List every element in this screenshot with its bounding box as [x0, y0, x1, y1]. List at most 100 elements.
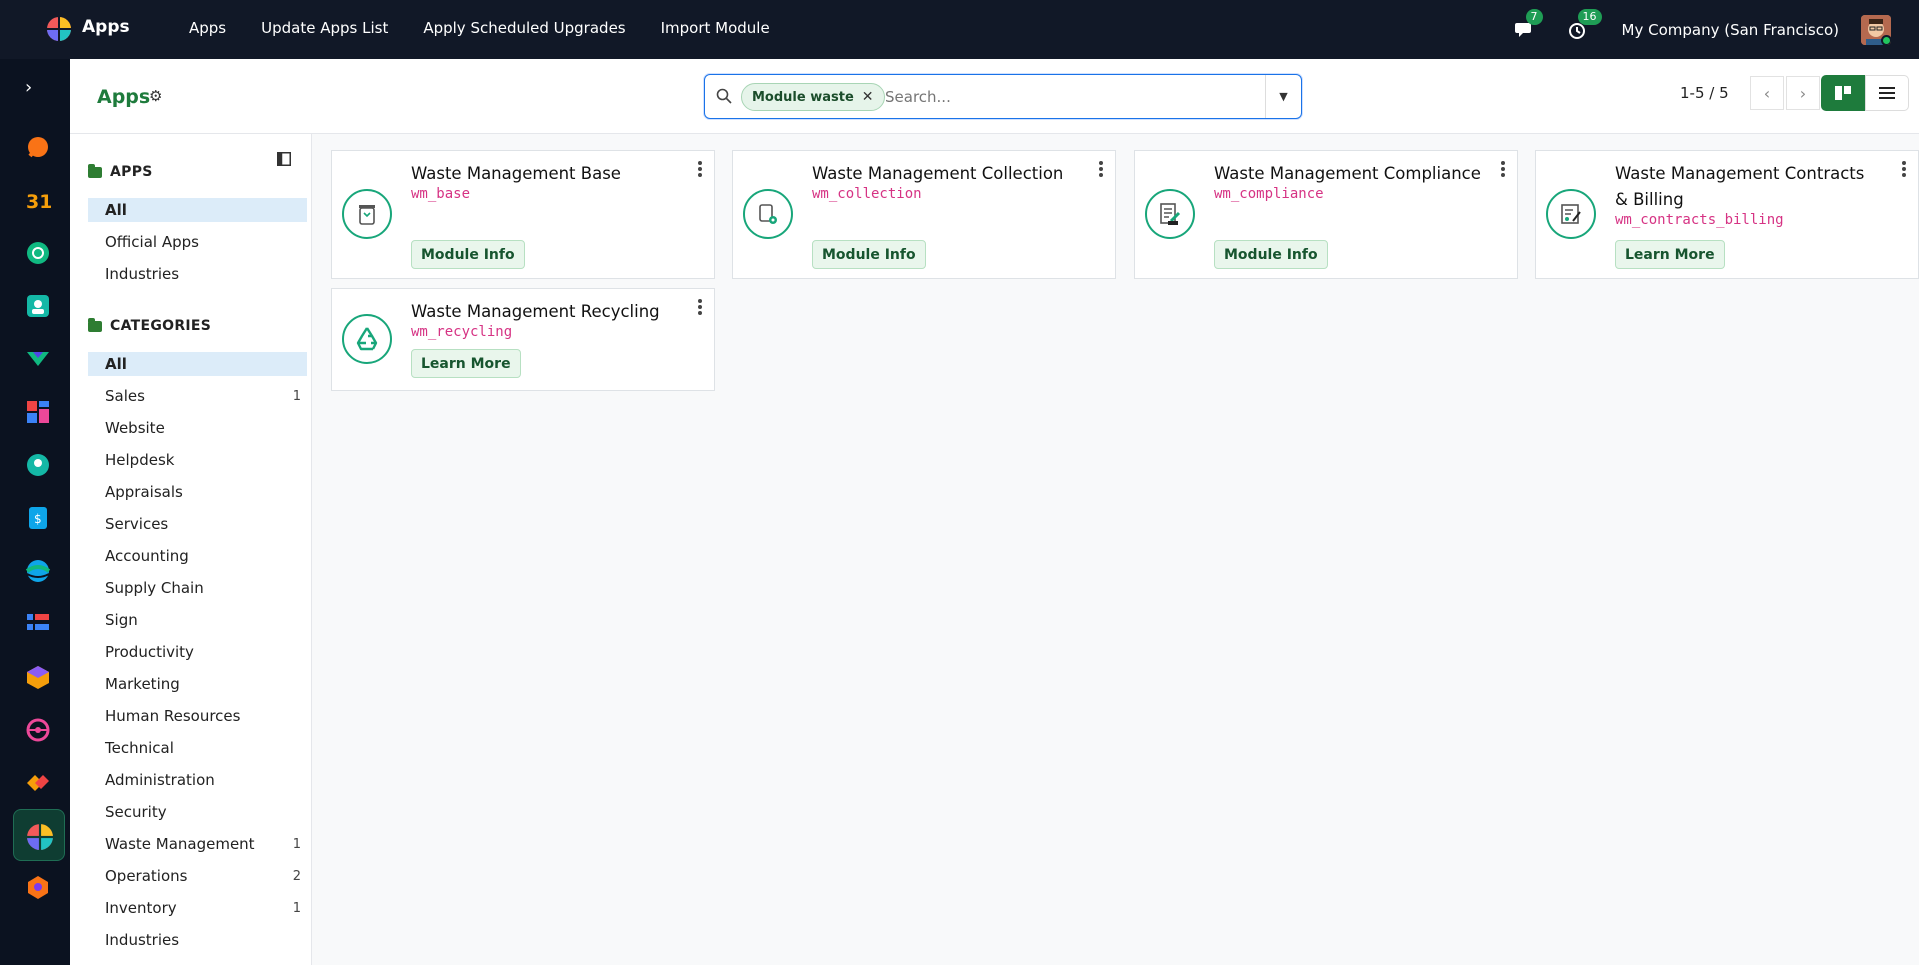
- category-label: Helpdesk: [105, 451, 175, 469]
- module-info-button[interactable]: Module Info: [411, 240, 525, 269]
- category-item[interactable]: Inventory 1: [88, 896, 307, 920]
- menu-update-apps-list[interactable]: Update Apps List: [261, 19, 388, 37]
- pager-value[interactable]: 1-5 / 5: [1680, 84, 1729, 102]
- expand-sidebar-chevron-icon[interactable]: ›: [25, 77, 32, 98]
- messages-button[interactable]: 7: [1514, 8, 1543, 41]
- category-label: Operations: [105, 867, 188, 885]
- category-item[interactable]: Productivity: [88, 640, 307, 664]
- module-card[interactable]: Waste Management Base wm_base Module Info: [331, 150, 715, 279]
- module-card[interactable]: Waste Management Compliance wm_compliance…: [1134, 150, 1518, 279]
- category-item[interactable]: Supply Chain: [88, 576, 307, 600]
- search-bar[interactable]: Module waste ✕ ▼: [704, 74, 1302, 119]
- module-info-button[interactable]: Module Info: [812, 240, 926, 269]
- list-view-button[interactable]: [1865, 75, 1909, 111]
- kebab-menu-icon[interactable]: [698, 161, 702, 177]
- category-label: Waste Management: [105, 835, 255, 853]
- module-card[interactable]: Waste Management Contracts & Billing wm_c…: [1535, 150, 1919, 279]
- website-app-icon[interactable]: [25, 558, 51, 584]
- module-name: Waste Management Collection: [812, 164, 1064, 183]
- module-card[interactable]: Waste Management Collection wm_collection…: [732, 150, 1116, 279]
- category-item[interactable]: Human Resources: [88, 704, 307, 728]
- kebab-menu-icon[interactable]: [1501, 161, 1505, 177]
- category-item[interactable]: All: [88, 352, 307, 376]
- compliance-checklist-icon: [1145, 189, 1195, 239]
- company-switcher[interactable]: My Company (San Francisco): [1622, 21, 1839, 39]
- filter-label: All: [105, 201, 127, 219]
- fleet-app-icon[interactable]: [25, 717, 51, 743]
- crm-app-icon[interactable]: [25, 346, 51, 372]
- folder-icon: [88, 317, 102, 332]
- folder-icon: [88, 163, 102, 178]
- category-item[interactable]: Industries: [88, 928, 307, 952]
- filter-label: Official Apps: [105, 233, 199, 251]
- apps-filter-official-apps[interactable]: Official Apps: [88, 230, 307, 254]
- category-item[interactable]: Marketing: [88, 672, 307, 696]
- category-item[interactable]: Appraisals: [88, 480, 307, 504]
- caret-down-icon: ▼: [1279, 90, 1288, 103]
- menu-apply-scheduled-upgrades[interactable]: Apply Scheduled Upgrades: [423, 19, 625, 37]
- appraisal-app-icon[interactable]: [25, 240, 51, 266]
- calendar-app-icon[interactable]: 31: [25, 187, 51, 213]
- category-item[interactable]: Website: [88, 416, 307, 440]
- pager-previous-button[interactable]: ‹: [1750, 76, 1784, 110]
- category-count: 1: [292, 900, 301, 916]
- kebab-menu-icon[interactable]: [1099, 161, 1103, 177]
- category-item[interactable]: Operations 2: [88, 864, 307, 888]
- category-label: Technical: [105, 739, 174, 757]
- employees-app-icon[interactable]: [25, 452, 51, 478]
- module-info-button[interactable]: Module Info: [1214, 240, 1328, 269]
- search-options-toggle[interactable]: ▼: [1265, 75, 1301, 118]
- apps-filter-all[interactable]: All: [88, 198, 307, 222]
- apps-logo-icon[interactable]: [46, 16, 72, 42]
- category-item[interactable]: Technical: [88, 736, 307, 760]
- messages-badge: 7: [1525, 8, 1543, 25]
- category-item[interactable]: Waste Management 1: [88, 832, 307, 856]
- contacts-app-icon[interactable]: [25, 293, 51, 319]
- module-technical-name: wm_compliance: [1214, 186, 1324, 202]
- category-label: Marketing: [105, 675, 180, 693]
- user-avatar[interactable]: [1861, 14, 1891, 45]
- filter-label: Industries: [105, 265, 180, 283]
- apps-app-icon[interactable]: [26, 823, 54, 851]
- menu-import-module[interactable]: Import Module: [661, 19, 770, 37]
- category-label: Industries: [105, 931, 180, 949]
- gear-icon[interactable]: ⚙: [149, 87, 162, 105]
- apps-filter-industries[interactable]: Industries: [88, 262, 307, 286]
- search-input[interactable]: [885, 85, 1245, 109]
- dashboard-app-icon[interactable]: [25, 399, 51, 425]
- project-app-icon[interactable]: [25, 611, 51, 637]
- category-label: Productivity: [105, 643, 194, 661]
- module-card[interactable]: Waste Management Recycling wm_recycling Le…: [331, 288, 715, 391]
- settings-app-icon[interactable]: [25, 874, 51, 900]
- kebab-menu-icon[interactable]: [1902, 161, 1906, 177]
- activities-button[interactable]: 16: [1566, 8, 1602, 41]
- learn-more-button[interactable]: Learn More: [1615, 240, 1725, 269]
- category-item[interactable]: Administration: [88, 768, 307, 792]
- inventory-app-icon[interactable]: [25, 664, 51, 690]
- category-item[interactable]: Helpdesk: [88, 448, 307, 472]
- category-item[interactable]: Sign: [88, 608, 307, 632]
- app-name[interactable]: Apps: [82, 17, 130, 37]
- sign-app-icon[interactable]: [25, 770, 51, 796]
- invoicing-app-icon[interactable]: $: [25, 505, 51, 531]
- collapse-panel-icon[interactable]: [277, 152, 291, 166]
- pager-next-button[interactable]: ›: [1786, 76, 1820, 110]
- category-item[interactable]: Accounting: [88, 544, 307, 568]
- module-technical-name: wm_contracts_billing: [1615, 212, 1784, 228]
- menu-apps[interactable]: Apps: [189, 19, 226, 37]
- chevron-left-icon: ‹: [1763, 83, 1771, 103]
- svg-text:31: 31: [26, 191, 51, 213]
- category-item[interactable]: Services: [88, 512, 307, 536]
- list-icon: [1879, 87, 1895, 99]
- remove-facet-close-icon[interactable]: ✕: [862, 89, 874, 105]
- kebab-menu-icon[interactable]: [698, 299, 702, 315]
- breadcrumb-title[interactable]: Apps: [97, 86, 150, 108]
- kanban-icon: [1835, 86, 1851, 100]
- search-icon: [716, 88, 732, 104]
- discuss-app-icon[interactable]: [25, 134, 51, 160]
- chevron-right-icon: ›: [1799, 83, 1807, 103]
- kanban-view-button[interactable]: [1821, 75, 1865, 111]
- category-item[interactable]: Sales 1: [88, 384, 307, 408]
- learn-more-button[interactable]: Learn More: [411, 349, 521, 378]
- category-item[interactable]: Security: [88, 800, 307, 824]
